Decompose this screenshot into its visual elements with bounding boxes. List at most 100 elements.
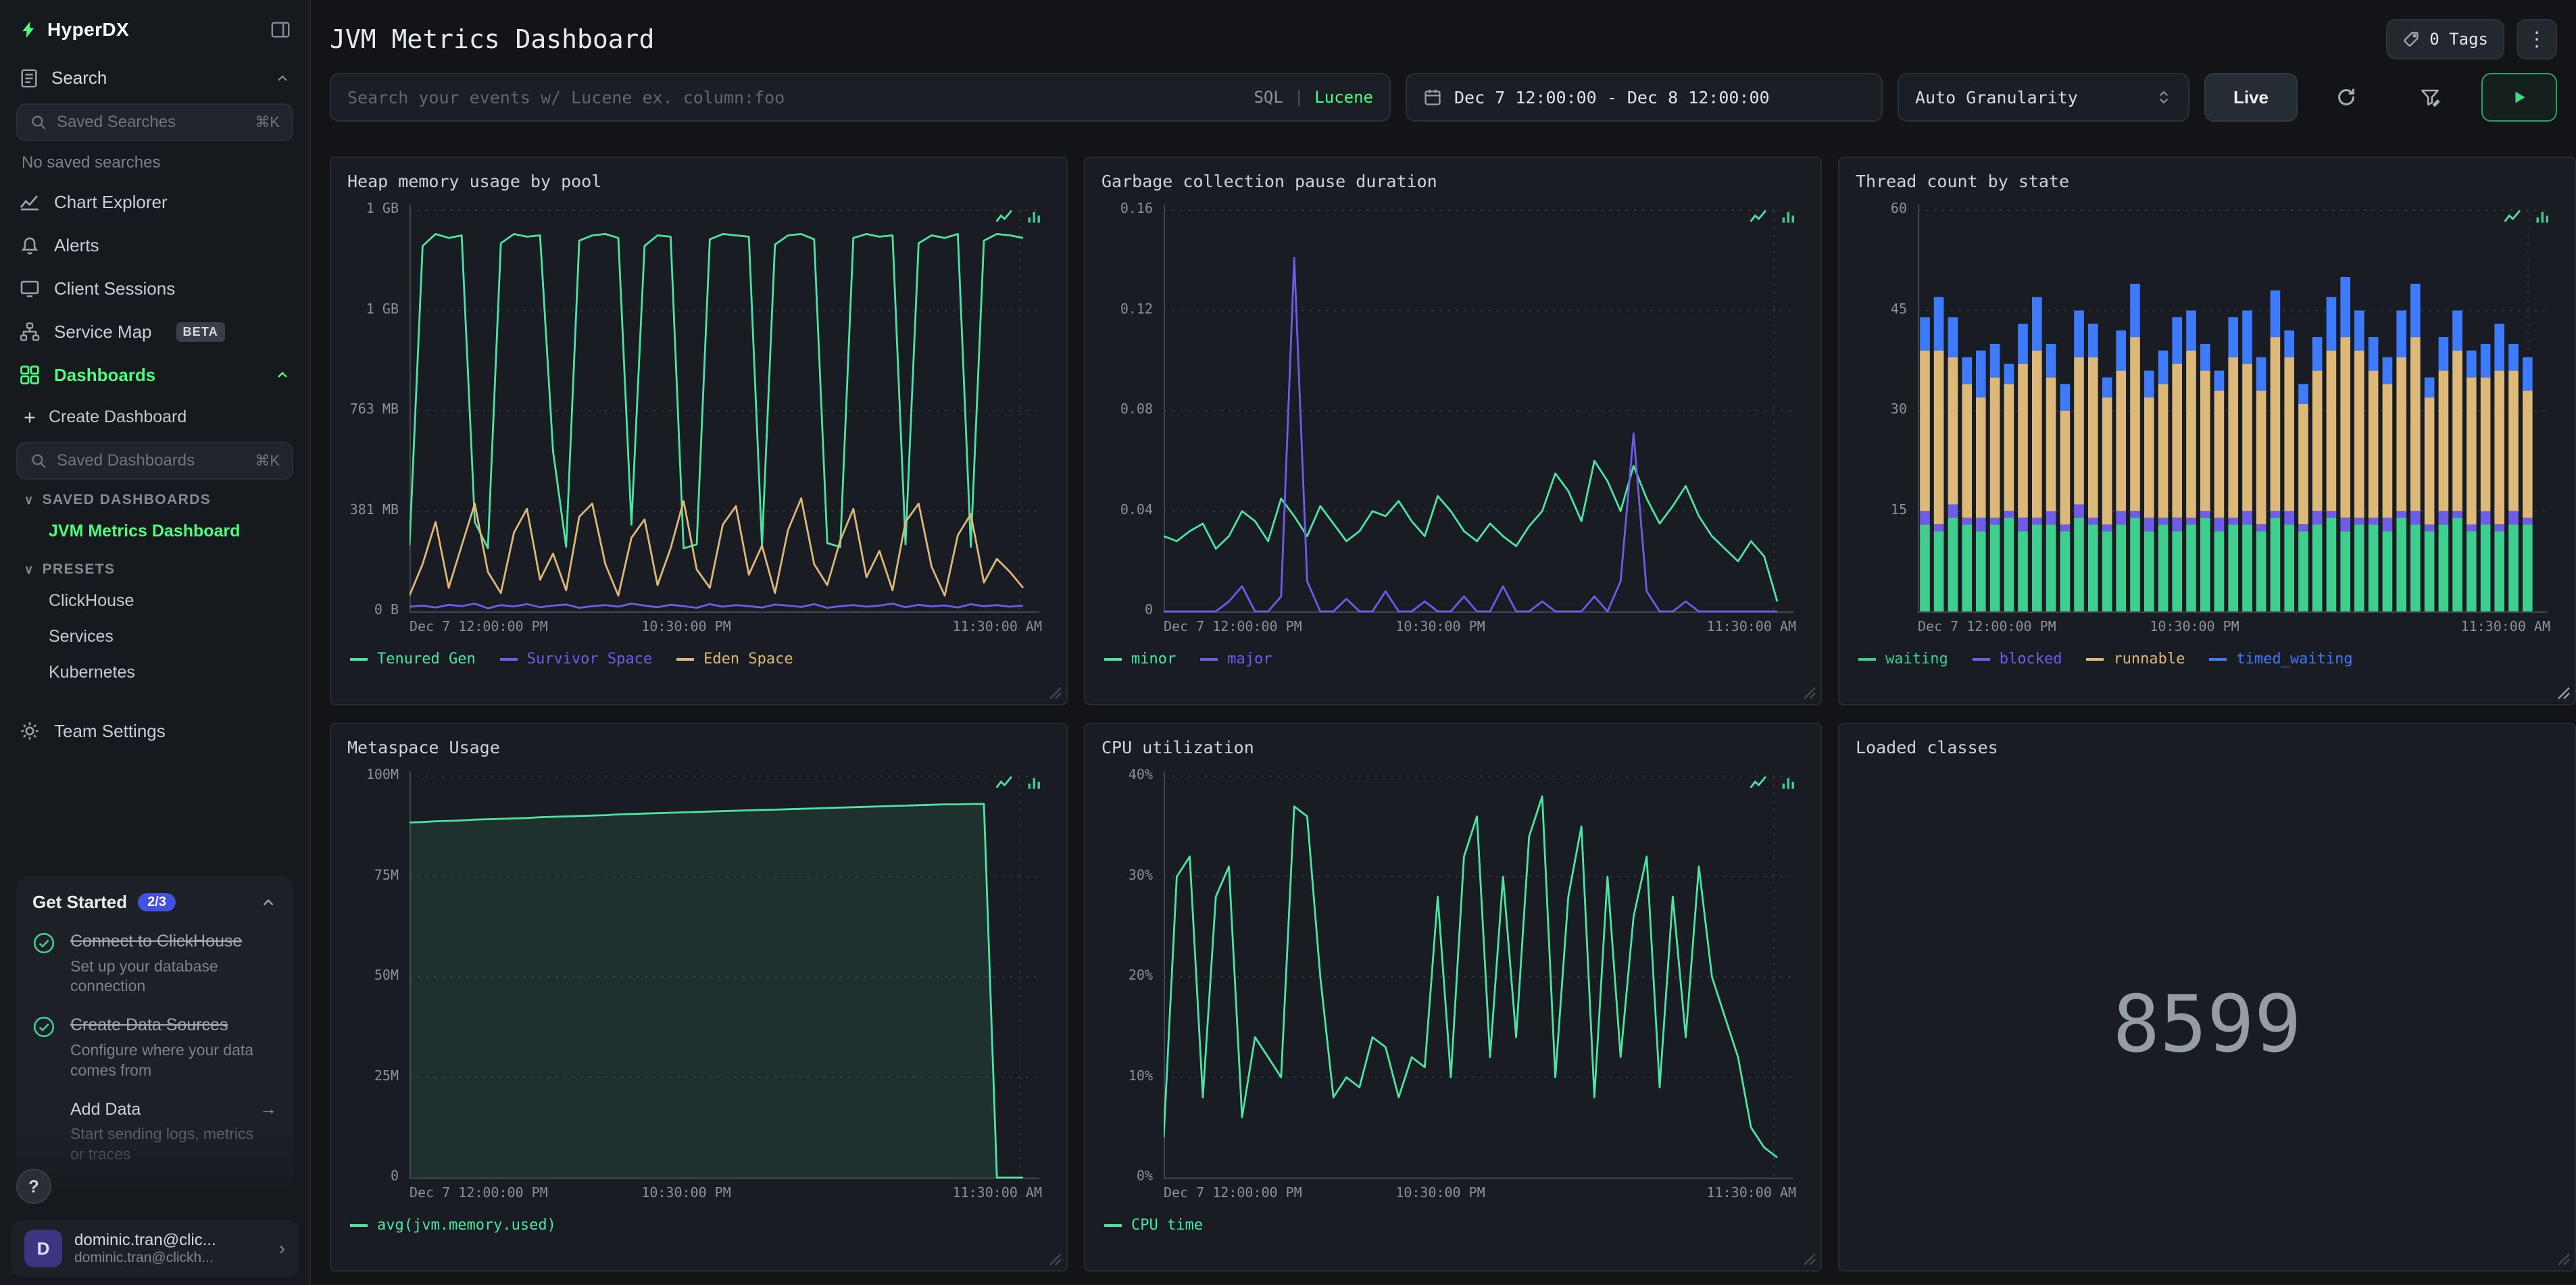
avatar: D	[24, 1230, 62, 1267]
tag-icon	[2402, 30, 2420, 48]
create-dashboard-label: Create Dashboard	[49, 407, 187, 426]
chevron-up-icon[interactable]	[274, 70, 291, 86]
x-axis-labels: Dec 7 12:00:00 PM 10:30:00 PM 11:30:00 AM	[410, 1184, 1042, 1203]
run-query-button[interactable]	[2481, 73, 2557, 122]
panel-title: Metaspace Usage	[347, 738, 500, 757]
chart-gc-pause[interactable]: 0 0.04 0.08 0.12 0.16	[1101, 201, 1804, 617]
sidebar-item-chart-explorer[interactable]: Chart Explorer	[0, 180, 309, 224]
panel-menu-button[interactable]: ⋮	[2517, 19, 2557, 59]
bar-chart-icon[interactable]	[1026, 207, 1045, 226]
app-logo[interactable]: HyperDX	[19, 19, 129, 41]
panel-metaspace: Metaspace Usage 0 25M 50M 75M 100M Dec 7 12:…	[330, 723, 1068, 1271]
create-dashboard-button[interactable]: Create Dashboard	[0, 397, 309, 438]
play-icon	[2515, 91, 2525, 103]
chart-legend: avg(jvm.memory.used)	[347, 1217, 1050, 1234]
bar-chart-icon[interactable]	[1026, 773, 1045, 792]
legend-label: Survivor Space	[526, 651, 653, 667]
y-tick-label: 0.04	[1120, 501, 1153, 518]
resize-handle[interactable]	[1049, 1253, 1062, 1266]
legend-item[interactable]: CPU time	[1104, 1217, 1203, 1234]
chart-cpu-utilization[interactable]: 0% 10% 20% 30% 40%	[1101, 767, 1804, 1183]
sidebar-item-team-settings[interactable]: Team Settings	[0, 709, 309, 753]
sidebar-item-alerts[interactable]: Alerts	[0, 224, 309, 267]
chevron-up-icon[interactable]	[274, 367, 291, 383]
preset-item-clickhouse[interactable]: ClickHouse	[0, 583, 309, 619]
bar-chart-icon[interactable]	[1780, 207, 1799, 226]
legend-item[interactable]: Tenured Gen	[350, 651, 476, 667]
collapse-sidebar-icon[interactable]	[270, 20, 291, 40]
chart-heap-memory[interactable]: 0 B 381 MB 763 MB 1 GB 1 GB	[347, 201, 1050, 617]
line-chart-icon[interactable]	[995, 773, 1014, 792]
legend-item[interactable]: major	[1200, 651, 1272, 667]
saved-searches-input[interactable]: Saved Searches ⌘K	[16, 103, 293, 141]
y-axis-labels: 15 30 45 60	[1856, 201, 1910, 613]
legend-dash-icon	[1972, 657, 1990, 661]
sidebar-item-dashboards[interactable]: Dashboards	[0, 353, 309, 397]
resize-handle[interactable]	[1049, 686, 1062, 700]
date-range-picker[interactable]: Dec 7 12:00:00 - Dec 8 12:00:00	[1406, 73, 1883, 122]
granularity-select[interactable]: Auto Granularity	[1898, 73, 2189, 122]
x-tick-label: 10:30:00 PM	[641, 618, 731, 634]
x-tick-label: 11:30:00 AM	[2460, 618, 2550, 634]
arrow-right-icon[interactable]: →	[259, 1099, 277, 1119]
chart-legend: Tenured Gen Survivor Space Eden Space	[347, 651, 1050, 667]
shortcut-badge: ⌘K	[255, 114, 280, 130]
line-chart-icon[interactable]	[1749, 207, 1768, 226]
saved-dashboard-item-jvm[interactable]: JVM Metrics Dashboard	[0, 513, 309, 549]
live-button[interactable]: Live	[2204, 73, 2298, 122]
plus-icon	[24, 412, 35, 422]
legend-dash-icon	[2209, 657, 2227, 661]
y-tick-label: 381 MB	[349, 501, 399, 518]
refresh-button[interactable]	[2322, 73, 2371, 122]
legend-item[interactable]: Eden Space	[676, 651, 793, 667]
chart-legend: minor major	[1101, 651, 1804, 667]
lang-toggle-lucene[interactable]: Lucene	[1314, 88, 1373, 107]
get-started-step-connect[interactable]: Connect to ClickHouse Set up your databa…	[32, 930, 277, 997]
line-chart-icon[interactable]	[1749, 773, 1768, 792]
legend-item[interactable]: timed_waiting	[2209, 651, 2353, 667]
legend-item[interactable]: Survivor Space	[499, 651, 653, 667]
bar-chart-icon[interactable]	[1780, 773, 1799, 792]
chart-metaspace[interactable]: 0 25M 50M 75M 100M	[347, 766, 1050, 1183]
line-chart-icon[interactable]	[995, 207, 1014, 226]
resize-handle[interactable]	[1803, 686, 1816, 700]
presets-group-header[interactable]: ∨ PRESETS	[0, 549, 309, 583]
resize-handle[interactable]	[1803, 1253, 1816, 1266]
chart-thread-count[interactable]: 15 30 45 60	[1856, 201, 2558, 613]
resize-handle[interactable]	[2557, 686, 2571, 700]
lang-toggle-sql[interactable]: SQL	[1254, 88, 1283, 107]
monitor-icon	[19, 278, 41, 299]
get-started-step-add-data[interactable]: Add Data → Start sending logs, metrics o…	[32, 1099, 277, 1165]
chevron-up-icon[interactable]	[259, 894, 277, 911]
tags-button[interactable]: 0 Tags	[2386, 19, 2504, 59]
sidebar-item-client-sessions[interactable]: Client Sessions	[0, 267, 309, 310]
get-started-step-sources[interactable]: Create Data Sources Configure where your…	[32, 1014, 277, 1080]
page-title: JVM Metrics Dashboard	[330, 24, 655, 54]
legend-item[interactable]: runnable	[2086, 651, 2185, 667]
saved-dashboards-group-header[interactable]: ∨ SAVED DASHBOARDS	[0, 480, 309, 513]
y-tick-label: 20%	[1128, 967, 1153, 983]
legend-item[interactable]: blocked	[1972, 651, 2062, 667]
legend-item[interactable]: minor	[1104, 651, 1176, 667]
line-chart-icon[interactable]	[2503, 207, 2522, 226]
resize-handle[interactable]	[2557, 1253, 2571, 1266]
sidebar-section-search[interactable]: Search	[0, 54, 309, 99]
saved-dashboards-input[interactable]: Saved Dashboards ⌘K	[16, 442, 293, 480]
x-tick-label: Dec 7 12:00:00 PM	[410, 1184, 548, 1201]
progress-badge: 2/3	[138, 893, 176, 911]
user-menu[interactable]: D dominic.tran@clic... dominic.tran@clic…	[11, 1220, 299, 1277]
legend-dash-icon	[350, 1224, 368, 1227]
sidebar-item-service-map[interactable]: Service Map BETA	[0, 310, 309, 353]
legend-dash-icon	[1858, 657, 1876, 661]
sidebar-item-label: Chart Explorer	[54, 191, 168, 212]
help-button[interactable]: ?	[16, 1169, 51, 1204]
filter-edit-button[interactable]	[2406, 73, 2454, 122]
legend-item[interactable]: avg(jvm.memory.used)	[350, 1217, 556, 1234]
event-search-input[interactable]: Search your events w/ Lucene ex. column:…	[330, 73, 1391, 122]
bar-chart-icon[interactable]	[2534, 207, 2553, 226]
search-doc-icon	[19, 68, 39, 89]
y-tick-label: 100M	[366, 766, 399, 782]
preset-item-services[interactable]: Services	[0, 619, 309, 655]
preset-item-kubernetes[interactable]: Kubernetes	[0, 655, 309, 690]
legend-item[interactable]: waiting	[1858, 651, 1948, 667]
